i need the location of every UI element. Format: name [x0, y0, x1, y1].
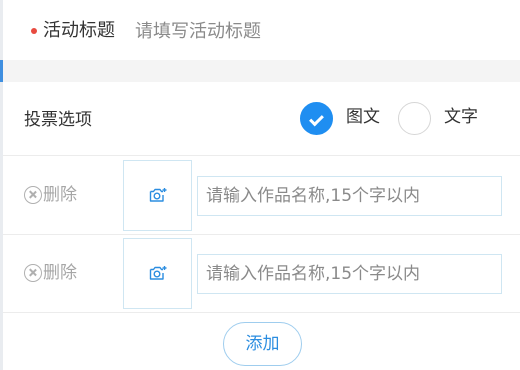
vote-option-row: 删除: [3, 235, 520, 313]
radio-text-only-label: 文字: [444, 107, 478, 127]
option-name-input[interactable]: [197, 254, 502, 294]
activity-title-label: 活动标题: [43, 20, 115, 41]
section-divider: [3, 60, 520, 82]
radio-image-text-label: 图文: [346, 107, 380, 127]
activity-title-row: 活动标题: [3, 0, 520, 60]
required-dot-icon: [31, 28, 37, 34]
circle-x-icon: [24, 186, 42, 204]
image-upload-button[interactable]: [123, 160, 192, 231]
option-name-input[interactable]: [197, 176, 502, 216]
circle-x-icon: [24, 264, 42, 282]
delete-label: 删除: [43, 263, 77, 283]
vote-option-row: 删除: [3, 157, 520, 235]
camera-plus-icon: [149, 266, 167, 280]
image-upload-button[interactable]: [123, 238, 192, 309]
delete-label: 删除: [43, 185, 77, 205]
radio-unchecked-circle: [398, 102, 431, 135]
activity-title-input[interactable]: [135, 15, 505, 47]
camera-plus-icon: [149, 188, 167, 202]
vote-options-label: 投票选项: [24, 110, 92, 130]
add-option-button[interactable]: 添加: [223, 322, 302, 366]
vote-option-type-row: 投票选项 图文 文字: [3, 82, 520, 156]
